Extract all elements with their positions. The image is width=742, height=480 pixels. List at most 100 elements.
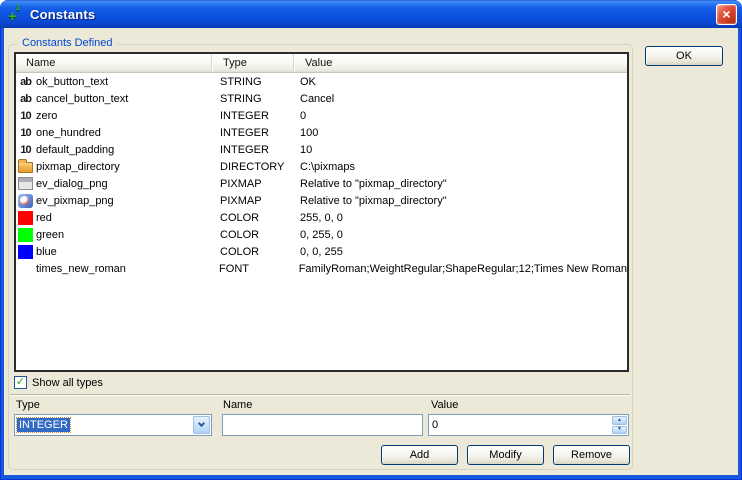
constant-type: COLOR — [211, 229, 293, 241]
constants-table: Name Type Value abok_button_textSTRINGOK… — [14, 52, 629, 372]
constant-type: INTEGER — [211, 110, 293, 122]
groupbox-label: Constants Defined — [18, 37, 117, 49]
constant-name: ok_button_text — [36, 76, 108, 88]
table-row[interactable]: 10zeroINTEGER0 — [16, 107, 627, 124]
integer-icon: 10 — [18, 143, 33, 157]
form-separator — [10, 394, 630, 396]
table-row[interactable]: greenCOLOR0, 255, 0 — [16, 226, 627, 243]
constant-name: ev_pixmap_png — [36, 195, 114, 207]
ok-button[interactable]: OK — [645, 46, 723, 66]
spin-down-button[interactable]: ▼ — [612, 426, 627, 435]
cell-name: blue — [16, 245, 211, 259]
add-button[interactable]: Add — [381, 445, 458, 465]
constant-value: 100 — [293, 127, 627, 139]
show-all-types-checkbox[interactable]: ✓ — [14, 376, 27, 389]
constants-dialog-window: +1 Constants × OK Constants Defined Name… — [0, 0, 742, 480]
constant-name: ev_dialog_png — [36, 178, 108, 190]
table-row[interactable]: abcancel_button_text STRINGCancel — [16, 90, 627, 107]
type-combobox-dropdown-button[interactable] — [193, 416, 210, 434]
table-body: abok_button_textSTRINGOKabcancel_button_… — [16, 73, 627, 277]
value-spinbox: ▲ ▼ — [428, 414, 629, 436]
column-header-name[interactable]: Name — [16, 54, 211, 72]
value-label: Value — [431, 399, 458, 411]
type-combobox[interactable]: INTEGER — [14, 414, 212, 436]
color-swatch — [18, 211, 33, 225]
constant-value: Relative to "pixmap_directory" — [293, 195, 627, 207]
type-combobox-selected: INTEGER — [17, 418, 70, 432]
constant-type: COLOR — [211, 212, 293, 224]
table-header: Name Type Value — [16, 54, 627, 73]
spin-up-button[interactable]: ▲ — [612, 416, 627, 425]
cell-name: 10default_padding — [16, 143, 211, 157]
pixmap-icon — [18, 194, 33, 208]
table-row[interactable]: pixmap_directory DIRECTORYC:\pixmaps — [16, 158, 627, 175]
check-icon: ✓ — [16, 377, 25, 388]
dialog-icon — [18, 177, 33, 190]
value-input[interactable] — [429, 415, 611, 435]
show-all-types-label[interactable]: Show all types — [32, 377, 103, 389]
table-row[interactable]: 10one_hundred INTEGER100 — [16, 124, 627, 141]
cell-name: 10zero — [16, 109, 211, 123]
constant-value: 10 — [293, 144, 627, 156]
constant-name: default_padding — [36, 144, 114, 156]
table-row[interactable]: blue COLOR0, 0, 255 — [16, 243, 627, 260]
table-row[interactable]: ev_dialog_png PIXMAPRelative to "pixmap_d… — [16, 175, 627, 192]
table-row[interactable]: ev_pixmap_pngPIXMAPRelative to "pixmap_d… — [16, 192, 627, 209]
constant-value: C:\pixmaps — [293, 161, 627, 173]
color-swatch — [18, 228, 33, 242]
constant-type: DIRECTORY — [211, 161, 293, 173]
color-swatch — [18, 245, 33, 259]
modify-button[interactable]: Modify — [467, 445, 544, 465]
string-icon: ab — [18, 92, 33, 106]
constant-value: OK — [293, 76, 627, 88]
close-icon: × — [722, 6, 730, 22]
constant-value: 0 — [293, 110, 627, 122]
arrow-up-icon: ▲ — [617, 418, 622, 423]
title-bar[interactable]: +1 Constants × — [0, 0, 742, 28]
column-header-value[interactable]: Value — [293, 54, 627, 72]
constant-type: STRING — [211, 93, 293, 105]
constant-name: red — [36, 212, 52, 224]
cell-name: abok_button_text — [16, 75, 211, 89]
constant-name: pixmap_directory — [36, 161, 120, 173]
constant-name: one_hundred — [36, 127, 101, 139]
constant-type: COLOR — [211, 246, 293, 258]
none — [18, 262, 33, 276]
table-row[interactable]: times_new_roman FONTFamilyRoman;WeightReg… — [16, 260, 627, 277]
constant-name: blue — [36, 246, 57, 258]
cell-name: red — [16, 211, 211, 225]
cell-name: ev_pixmap_png — [16, 194, 211, 208]
constant-name: times_new_roman — [36, 263, 126, 275]
folder-icon — [18, 162, 33, 173]
remove-button[interactable]: Remove — [553, 445, 630, 465]
chevron-down-icon — [198, 420, 205, 427]
constant-value: 0, 255, 0 — [293, 229, 627, 241]
name-input[interactable] — [222, 414, 423, 436]
constant-type: PIXMAP — [211, 178, 293, 190]
constant-name: cancel_button_text — [36, 93, 128, 105]
constant-value: 0, 0, 255 — [293, 246, 627, 258]
cell-name: times_new_roman — [16, 262, 210, 276]
spin-buttons: ▲ ▼ — [612, 416, 627, 434]
window-title: Constants — [30, 7, 95, 22]
constant-value: Relative to "pixmap_directory" — [293, 178, 627, 190]
constant-value: FamilyRoman;WeightRegular;ShapeRegular;1… — [292, 263, 627, 275]
constant-value: 255, 0, 0 — [293, 212, 627, 224]
constant-type: STRING — [211, 76, 293, 88]
table-row[interactable]: 10default_paddingINTEGER10 — [16, 141, 627, 158]
cell-name: ev_dialog_png — [16, 177, 211, 190]
column-header-type[interactable]: Type — [211, 54, 293, 72]
constant-value: Cancel — [293, 93, 627, 105]
constant-type: INTEGER — [211, 127, 293, 139]
app-plus-one-icon: +1 — [8, 6, 26, 22]
integer-icon: 10 — [18, 126, 33, 140]
arrow-down-icon: ▼ — [617, 427, 622, 432]
show-all-types-row: ✓ Show all types — [14, 376, 103, 389]
table-row[interactable]: abok_button_textSTRINGOK — [16, 73, 627, 90]
constant-name: zero — [36, 110, 57, 122]
table-row[interactable]: red COLOR255, 0, 0 — [16, 209, 627, 226]
integer-icon: 10 — [18, 109, 33, 123]
dialog-client-area: OK Constants Defined Name Type Value abo… — [4, 28, 738, 475]
constant-type: FONT — [210, 263, 292, 275]
close-button[interactable]: × — [716, 4, 737, 25]
